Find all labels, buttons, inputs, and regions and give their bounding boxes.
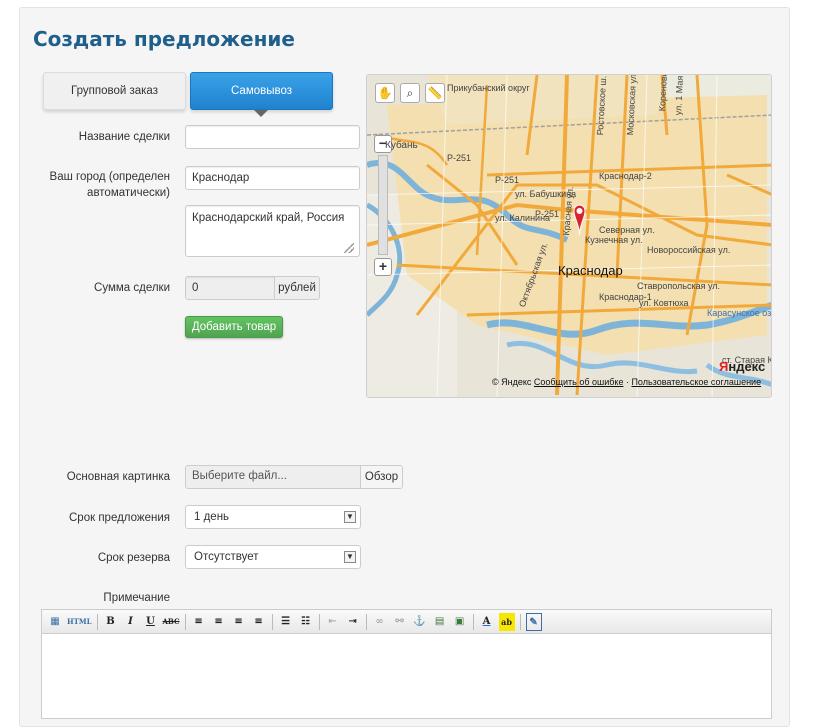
textarea-resize-grip[interactable] (344, 243, 354, 253)
map-label-krasnodar2: Краснодар-2 (599, 171, 652, 181)
image-file-input[interactable]: Выберите файл... Обзор (185, 465, 403, 489)
offer-term-label: Срок предложения (69, 512, 170, 524)
reserve-term-value: Отсутствует (194, 551, 259, 563)
deal-name-input[interactable] (185, 125, 360, 149)
underline-icon[interactable]: U (143, 613, 159, 631)
rich-text-editor[interactable]: ▦ HTML B I U ABC ≡ ≡ ≡ ≡ ☰ ☷ ⇤ ⇥ ∞ ⚯ ⚓ ▤… (41, 609, 772, 719)
strikethrough-icon[interactable]: ABC (163, 613, 180, 631)
media-icon[interactable]: ▤ (432, 613, 448, 631)
editor-toolbar: ▦ HTML B I U ABC ≡ ≡ ≡ ≡ ☰ ☷ ⇤ ⇥ ∞ ⚯ ⚓ ▤… (42, 610, 771, 634)
image-icon[interactable]: ▣ (452, 613, 468, 631)
image-label: Основная картинка (66, 471, 170, 483)
align-left-icon[interactable]: ≡ (191, 613, 207, 631)
tab-pickup[interactable]: Самовывоз (190, 72, 333, 110)
align-justify-icon[interactable]: ≡ (251, 613, 267, 631)
align-right-icon[interactable]: ≡ (231, 613, 247, 631)
amount-unit: рублей (274, 276, 320, 300)
anchor-icon[interactable]: ⚓ (412, 613, 428, 631)
active-tab-indicator (254, 110, 268, 117)
note-label: Примечание (103, 592, 170, 604)
link-icon[interactable]: ∞ (372, 613, 388, 631)
map-label-kalinina: ул. Калинина (495, 213, 551, 223)
map-footer: © Яндекс Сообщить об ошибке · Пользовате… (492, 377, 762, 387)
map-label-kuznechnaya: Кузнечная ул. (585, 235, 643, 245)
page-title: Создать предложение (33, 27, 295, 51)
amount-label: Сумма сделки (94, 282, 170, 294)
map-city-label: Краснодар (558, 263, 623, 278)
unlink-icon[interactable]: ⚯ (392, 613, 408, 631)
toolbar-separator (96, 613, 98, 630)
offer-term-value: 1 день (194, 511, 230, 523)
deal-name-label: Название сделки (78, 131, 170, 143)
map-label-stavropolskaya: Ставропольская ул. (637, 281, 721, 291)
reserve-term-label: Срок резерва (97, 552, 170, 564)
toolbar-separator (365, 613, 367, 630)
bullet-list-icon[interactable]: ☰ (278, 613, 294, 631)
toolbar-separator (519, 613, 521, 630)
toolbar-separator (271, 613, 273, 630)
zoom-in-button[interactable]: + (374, 258, 392, 276)
offer-term-select[interactable]: 1 день ▼ (185, 505, 361, 529)
italic-icon[interactable]: I (123, 613, 139, 631)
indent-icon[interactable]: ⇥ (345, 613, 361, 631)
map-canvas (367, 75, 771, 397)
editor-body[interactable] (42, 634, 771, 718)
chevron-down-icon: ▼ (344, 511, 356, 523)
map-label-krasnodar1: Краснодар-1 (599, 292, 652, 302)
map-label-p251b: Р-251 (495, 175, 520, 185)
bold-icon[interactable]: B (103, 613, 119, 631)
map-copyright: © Яндекс (492, 377, 532, 387)
add-product-button[interactable]: Добавить товар (185, 316, 283, 338)
ruler-icon[interactable]: 📏 (425, 83, 445, 103)
numbered-list-icon[interactable]: ☷ (298, 613, 314, 631)
file-placeholder: Выберите файл... (192, 470, 287, 482)
report-error-link[interactable]: Сообщить об ошибке (534, 377, 624, 387)
toolbar-separator (472, 613, 474, 630)
toolbar-separator (184, 613, 186, 630)
highlight-icon[interactable]: ab (498, 612, 515, 631)
map-label-ul1maya: ул. 1 Мая (673, 75, 686, 116)
text-color-icon[interactable]: A (479, 613, 495, 631)
toolbar-separator (318, 613, 320, 630)
hand-tool-icon[interactable]: ✋ (375, 83, 395, 103)
map[interactable]: ✋ ⌕ 📏 − + Прикубанский округ Кубань Р-25… (366, 74, 772, 398)
city-input[interactable] (185, 166, 360, 190)
map-label-karasunskoe: Карасунское оз. (707, 308, 772, 318)
yandex-logo: Яндекс (719, 359, 766, 374)
region-textarea[interactable]: Краснодарский край, Россия (185, 205, 360, 257)
amount-input[interactable] (185, 276, 275, 300)
tab-group-order[interactable]: Групповой заказ (43, 72, 186, 110)
map-label-okrug: Прикубанский округ (447, 83, 530, 93)
map-pin-icon[interactable] (571, 201, 589, 237)
reserve-term-select[interactable]: Отсутствует ▼ (185, 545, 361, 569)
align-center-icon[interactable]: ≡ (211, 613, 227, 631)
map-label-kuban: Кубань (385, 140, 418, 151)
user-agreement-link[interactable]: Пользовательское соглашение (631, 377, 761, 387)
map-label-novorossiyskaya: Новороссийская ул. (647, 245, 731, 255)
zoom-area-icon[interactable]: ⌕ (400, 83, 420, 103)
browse-button[interactable]: Обзор (360, 466, 402, 488)
chevron-down-icon: ▼ (344, 551, 356, 563)
outdent-icon[interactable]: ⇤ (325, 613, 341, 631)
city-label: Ваш город (определен автоматически) (30, 169, 170, 201)
zoom-slider[interactable] (378, 155, 388, 255)
wrench-icon[interactable]: ✎ (525, 612, 542, 631)
city-label-line1: Ваш город (определен (49, 171, 170, 183)
html-icon[interactable]: HTML (67, 613, 92, 631)
map-label-severnaya: Северная ул. (599, 225, 655, 235)
source-icon[interactable]: ▦ (47, 613, 63, 631)
map-label-p251a: Р-251 (447, 153, 472, 163)
city-label-line2: автоматически) (87, 187, 170, 199)
